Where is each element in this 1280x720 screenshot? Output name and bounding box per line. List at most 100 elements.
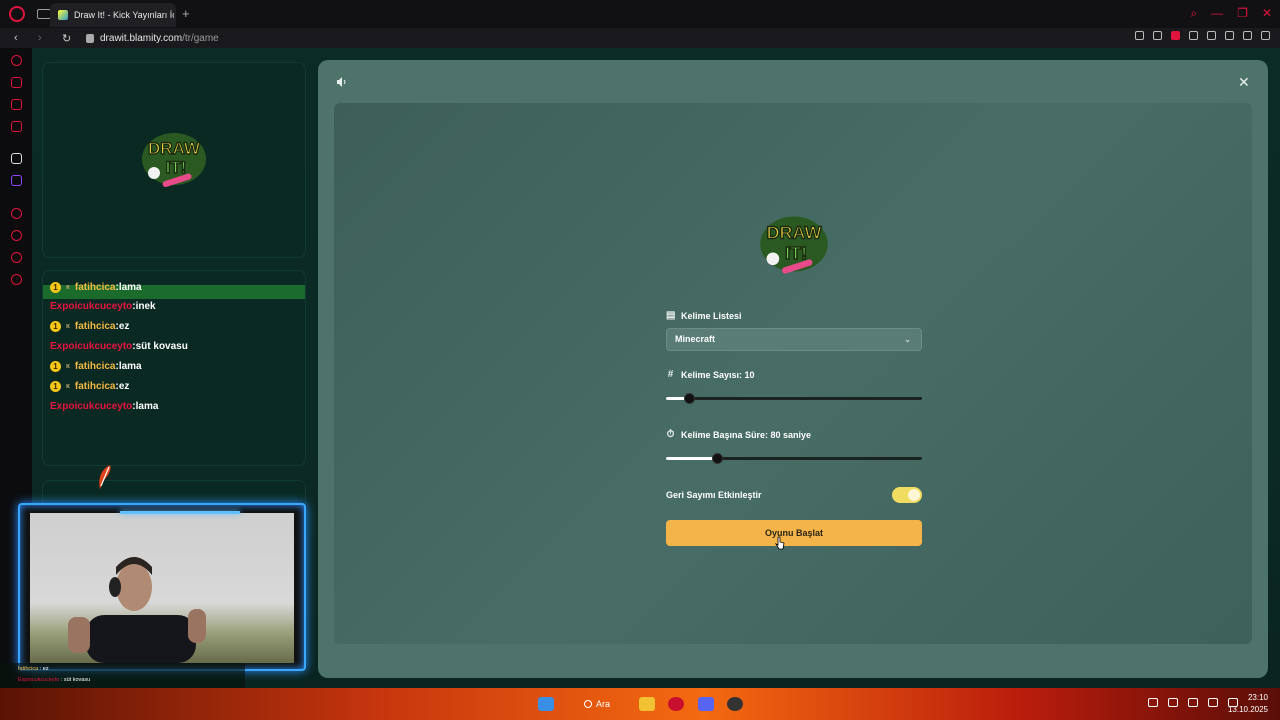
logo-small-top-text: DRAW [148,139,201,158]
word-count-label: # Kelime Sayısı: 10 [666,369,755,380]
url-host: drawit.blamity.com [100,32,183,44]
kick-badge-icon: ĸ [66,323,70,330]
chat-username[interactable]: Expoicukcuceyto [50,301,132,312]
tab-menu-icon[interactable] [37,9,51,19]
network-icon[interactable] [1188,698,1198,707]
start-game-button[interactable]: Oyunu Başlat [666,520,922,546]
sound-icon[interactable] [336,76,348,88]
chat-username[interactable]: fatihcica [75,321,116,332]
lock-icon[interactable] [86,33,94,43]
mouse-pointer-icon [775,536,785,550]
taskbar-search-label: Ara [596,699,611,709]
subscriber-badge-icon: 1 [50,381,61,392]
address-bar: ‹ › ↻ drawit.blamity.com/tr/game [0,28,1280,48]
chat-username[interactable]: Expoicukcuceyto [50,401,132,412]
time-per-word-slider-fill [666,457,718,460]
webcam-overlay [18,503,306,671]
browser-titlebar: Draw It! - Kick Yayınları İç + ⌕ — ❐ ✕ [0,0,1280,28]
browser-tab[interactable]: Draw It! - Kick Yayınları İç [50,3,176,27]
reload-button[interactable]: ↻ [62,32,72,45]
twitch-icon[interactable] [11,175,22,186]
word-list-select[interactable]: Minecraft ⌄ [666,328,922,351]
minimize-button[interactable]: — [1211,6,1223,21]
player-icon[interactable] [11,208,22,219]
chat-message-text: lama [135,401,159,412]
search-icon [584,700,592,708]
word-count-label-text: Kelime Sayısı: 10 [681,369,755,380]
history-icon[interactable] [11,230,22,241]
word-count-slider-thumb[interactable] [684,393,696,404]
toolbar-icons [1135,31,1270,40]
discord-icon[interactable] [698,697,714,711]
kick-icon[interactable] [11,153,22,164]
chat-username[interactable]: Expoicukcuceyto [50,341,132,352]
tab-title: Draw It! - Kick Yayınları İç [74,10,174,20]
logo-bottom-text: IT! [785,243,807,263]
chat-message: Expoicukcuceyto: süt kovasu [50,341,188,352]
easy-setup-icon[interactable] [1261,31,1270,40]
countdown-toggle-label: Geri Sayımı Etkinleştir [666,490,762,500]
account-icon[interactable] [1225,31,1234,40]
pin-icon[interactable] [1135,31,1144,40]
heart-icon[interactable] [1207,31,1216,40]
chat-message: 1 ĸ fatihcica: ez [50,381,129,392]
overlay-chat-message: fatihcica : ez [18,666,49,672]
kick-badge-icon: ĸ [66,363,70,370]
forward-button[interactable]: › [38,32,48,44]
obs-icon[interactable] [727,697,743,711]
microphone-icon[interactable] [1168,698,1178,707]
draw-it-logo: DRAW IT! [760,216,828,274]
chat-username[interactable]: fatihcica [75,361,116,372]
word-list-value: Minecraft [675,334,716,344]
chat-message: 1 ĸ fatihcica: lama [50,282,142,293]
logo-small-bottom-text: IT! [166,158,187,177]
overlay-chat-username: Expoicukcuceyto [18,677,60,683]
subscriber-badge-icon: 1 [50,361,61,372]
play-icon[interactable] [1189,31,1198,40]
music-icon[interactable] [11,121,22,132]
back-button[interactable]: ‹ [14,32,24,44]
extensions-icon[interactable] [11,252,22,263]
file-explorer-icon[interactable] [639,697,655,711]
chat-username[interactable]: fatihcica [75,381,116,392]
start-menu-icon[interactable] [538,697,554,711]
maximize-button[interactable]: ❐ [1237,6,1248,21]
search-tabs-icon[interactable]: ⌕ [1190,6,1197,21]
webcam-glow-bar [120,511,240,514]
close-icon[interactable]: ✕ [1238,74,1250,91]
gx-store-icon[interactable] [11,77,22,88]
logo-top-text: DRAW [767,223,822,243]
overlay-chat-username: fatihcica [18,666,39,672]
volume-icon[interactable] [1208,698,1218,707]
tray-chevron-icon[interactable] [1148,698,1158,707]
hash-icon: # [667,369,674,380]
system-tray [1148,698,1238,707]
url-path: /tr/game [182,32,219,44]
time-per-word-slider[interactable] [666,453,922,464]
download-icon[interactable] [1243,31,1252,40]
messenger-icon[interactable] [11,99,22,110]
close-window-button[interactable]: ✕ [1262,6,1272,21]
draw-it-logo-small: DRAW IT! [142,133,206,188]
chat-message-text: lama [118,282,142,293]
kick-badge-icon: ĸ [66,284,70,291]
game-setup-area [334,103,1252,644]
overlay-chat-text: : ez [38,666,49,672]
taskbar-search[interactable]: Ara [584,699,610,709]
settings-icon[interactable] [11,274,22,285]
opera-gx-taskbar-icon[interactable] [668,697,684,711]
new-tab-button[interactable]: + [182,6,190,21]
gx-control-icon[interactable] [11,55,22,66]
opera-gx-logo-icon[interactable] [9,6,25,22]
snapshot-icon[interactable] [1153,31,1162,40]
taskbar-clock[interactable]: 23:10 13.10.2025 [1228,692,1268,716]
tab-favicon-icon [58,10,68,20]
chat-username[interactable]: fatihcica [75,282,116,293]
url-field[interactable]: drawit.blamity.com/tr/game [100,33,219,44]
chat-message: Expoicukcuceyto: lama [50,401,158,412]
overlay-chat-message: Expoicukcuceyto : süt kovasu [18,677,90,683]
countdown-toggle[interactable] [892,487,922,503]
word-count-slider[interactable] [666,393,922,404]
vpn-icon[interactable] [1171,31,1180,40]
chat-message-text: ez [118,381,130,392]
